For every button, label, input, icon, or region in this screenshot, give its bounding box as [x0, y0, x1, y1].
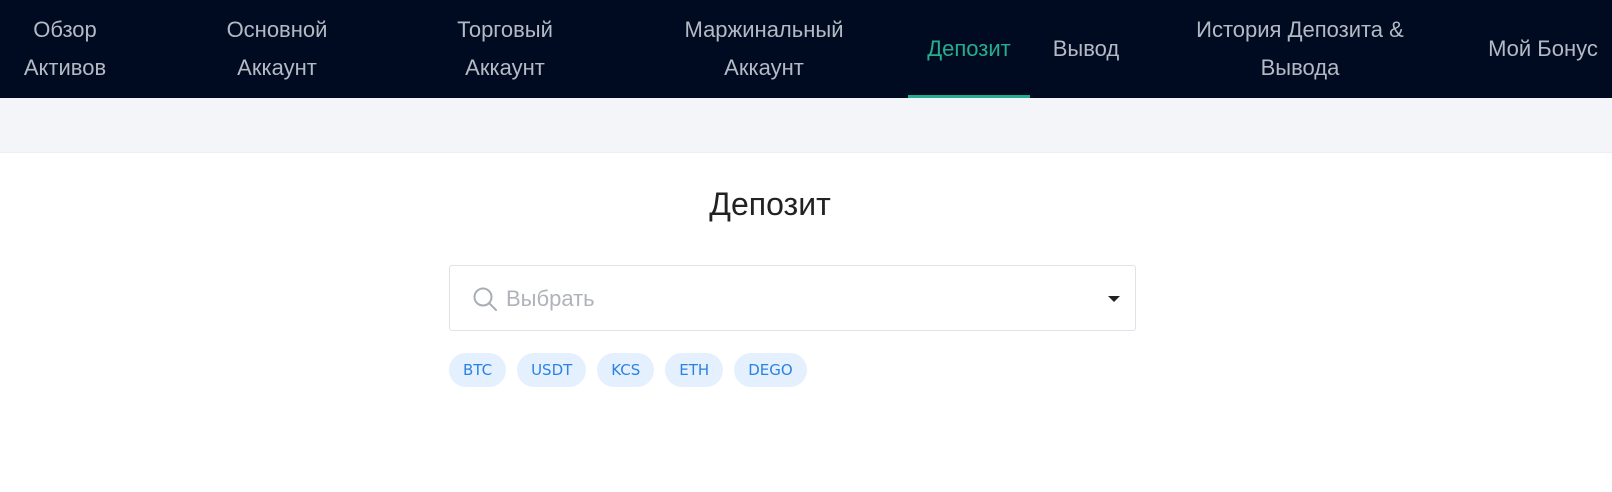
quick-coin-chips: BTC USDT KCS ETH DEGO: [449, 353, 807, 387]
nav-item-label: Торговый: [457, 17, 553, 42]
nav-item-assets-overview[interactable]: Обзор Активов: [0, 0, 130, 98]
coin-chip-kcs[interactable]: KCS: [597, 353, 655, 387]
nav-item-withdraw[interactable]: Вывод: [1040, 0, 1132, 98]
nav-item-label: Основной: [226, 17, 328, 42]
nav-item-my-bonus[interactable]: Мой Бонус: [1478, 0, 1608, 98]
nav-item-margin-account[interactable]: Маржинальный Аккаунт: [664, 0, 864, 98]
nav-item-label: Аккаунт: [237, 55, 317, 80]
coin-chip-dego[interactable]: DEGO: [734, 353, 807, 387]
nav-item-label: История Депозита &: [1196, 17, 1404, 42]
nav-item-label: Маржинальный: [684, 17, 844, 42]
nav-item-label: Мой Бонус: [1488, 36, 1598, 61]
coin-select[interactable]: [449, 265, 1136, 331]
nav-item-label: Депозит: [927, 36, 1011, 61]
coin-search-input[interactable]: [506, 280, 1066, 318]
nav-item-main-account[interactable]: Основной Аккаунт: [196, 0, 358, 98]
coin-chip-usdt[interactable]: USDT: [517, 353, 587, 387]
nav-item-deposit-withdraw-history[interactable]: История Депозита & Вывода: [1170, 0, 1430, 98]
coin-chip-btc[interactable]: BTC: [449, 353, 507, 387]
caret-down-icon[interactable]: [1108, 296, 1120, 302]
page-title: Депозит: [709, 186, 831, 222]
nav-item-deposit[interactable]: Депозит: [908, 0, 1030, 98]
top-navigation: Обзор Активов Основной Аккаунт Торговый …: [0, 0, 1612, 98]
nav-item-label: Вывод: [1052, 36, 1120, 61]
search-icon: [473, 287, 497, 311]
sub-header-bar: [0, 98, 1612, 153]
nav-item-trading-account[interactable]: Торговый Аккаунт: [424, 0, 586, 98]
coin-chip-eth[interactable]: ETH: [665, 353, 724, 387]
nav-item-label: Активов: [23, 55, 107, 80]
nav-item-label: Аккаунт: [724, 55, 804, 80]
nav-item-label: Аккаунт: [465, 55, 545, 80]
nav-item-label: Вывода: [1260, 55, 1340, 80]
nav-item-label: Обзор: [33, 17, 97, 42]
